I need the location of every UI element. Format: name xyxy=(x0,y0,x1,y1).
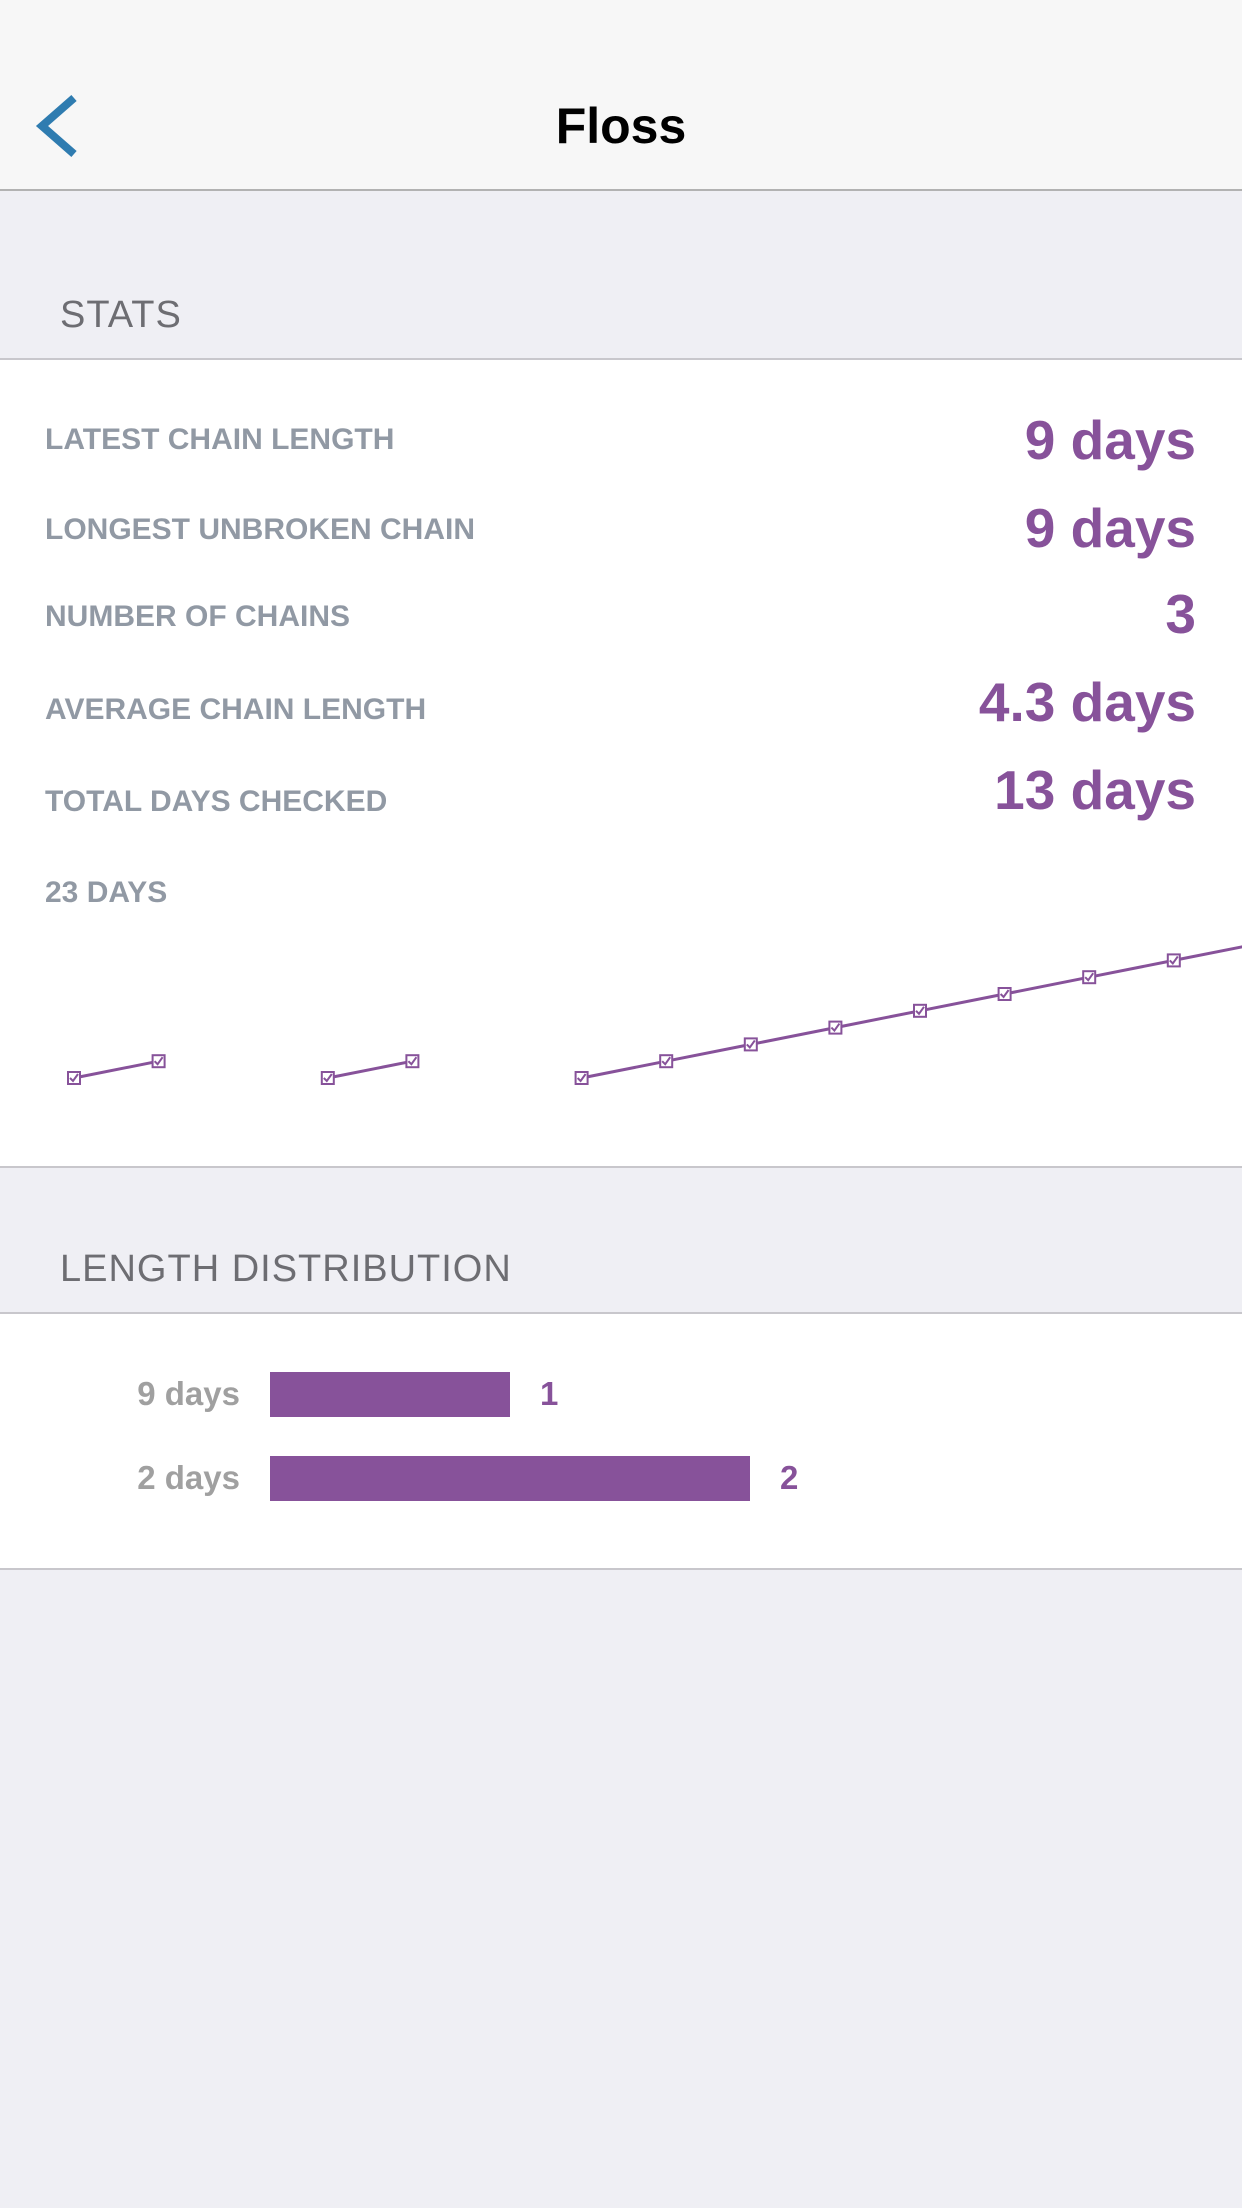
chain-point-check-marker xyxy=(828,1020,843,1035)
chain-point-check-marker xyxy=(1166,953,1181,968)
chain-line-segment xyxy=(1004,975,1090,996)
chain-point-check-marker xyxy=(1082,970,1097,985)
distribution-row-label: 2 days xyxy=(137,1459,240,1496)
navigation-bar: Floss xyxy=(0,0,1242,191)
chain-line-segment xyxy=(1173,945,1242,962)
chain-line-segment xyxy=(327,1059,413,1080)
chain-point-check-marker xyxy=(997,987,1012,1001)
chain-point-check-marker xyxy=(67,1071,81,1085)
distribution-count-label: 2 xyxy=(780,1459,799,1496)
chain-line-segment xyxy=(1088,958,1175,979)
chain-length-chart: 9 xyxy=(67,945,1242,1085)
chain-line-segment xyxy=(581,1059,667,1080)
chain-point-check-marker xyxy=(659,1054,674,1069)
chain-point-check-marker xyxy=(151,1054,166,1069)
chain-point-check-marker xyxy=(743,1037,758,1052)
chain-point-check-marker xyxy=(320,1071,335,1085)
chain-line-segment xyxy=(665,1042,752,1063)
chain-line-segment xyxy=(835,1009,921,1030)
stats-section-header: STATS xyxy=(60,294,182,336)
page-title: Floss xyxy=(555,98,687,154)
chain-point-check-marker xyxy=(913,1003,927,1018)
distribution-bar xyxy=(270,1456,750,1501)
chain-point-check-marker xyxy=(405,1054,420,1069)
chain-point-check-marker xyxy=(574,1071,589,1085)
distribution-bar xyxy=(270,1372,510,1417)
distribution-row-label: 9 days xyxy=(137,1375,240,1412)
chain-line-segment xyxy=(919,992,1005,1013)
distribution-count-label: 1 xyxy=(540,1375,559,1412)
chain-line-segment xyxy=(750,1026,836,1046)
stats-panel: LATEST CHAIN LENGTH 9 days LONGEST UNBRO… xyxy=(0,358,1242,1168)
chain-line-segment xyxy=(73,1059,159,1080)
distribution-panel: 9 days 1 2 days 2 xyxy=(0,1312,1242,1570)
distribution-section-header: LENGTH DISTRIBUTION xyxy=(60,1248,512,1290)
